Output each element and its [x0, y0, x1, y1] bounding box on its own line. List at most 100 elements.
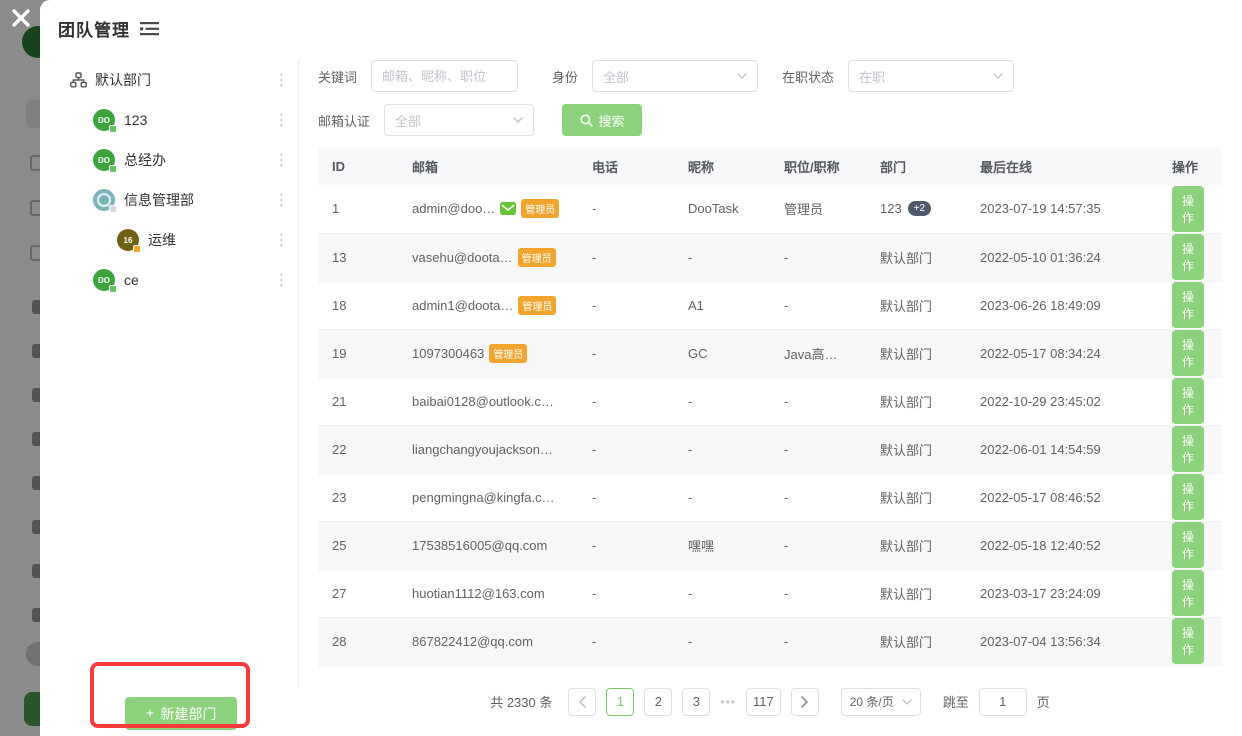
- cell-department: 默认部门: [866, 281, 966, 329]
- table-row: 13vasehu@doota…管理员---默认部门2022-05-10 01:3…: [318, 233, 1222, 281]
- row-action-button[interactable]: 操作: [1172, 282, 1204, 328]
- cell-id: 13: [318, 233, 398, 281]
- email-text: admin@doo…: [412, 201, 495, 216]
- sidebar-item-department[interactable]: 16运维⋮: [64, 220, 290, 260]
- column-header: 部门: [866, 148, 966, 185]
- cell-email: admin1@doota…管理员: [398, 281, 578, 329]
- keyword-input[interactable]: [382, 69, 507, 84]
- kebab-menu-icon[interactable]: ⋮: [274, 113, 288, 128]
- cell-action: 操作: [1158, 617, 1222, 665]
- cell-nickname: -: [674, 233, 770, 281]
- page-button-1[interactable]: 1: [606, 688, 634, 716]
- cell-position: -: [770, 617, 866, 665]
- cell-department: 默认部门: [866, 377, 966, 425]
- cell-phone: -: [578, 521, 674, 569]
- table-header-row: ID邮箱电话昵称职位/职称部门最后在线操作: [318, 148, 1222, 185]
- table-row: 23pengmingna@kingfa.c…---默认部门2022-05-17 …: [318, 473, 1222, 521]
- cell-email: admin@doo… 管理员: [398, 185, 578, 233]
- cell-phone: -: [578, 377, 674, 425]
- cell-last-online: 2023-06-26 18:49:09: [966, 281, 1158, 329]
- status-dot: [109, 125, 117, 133]
- cell-last-online: 2023-07-19 14:57:35: [966, 185, 1158, 233]
- mail-verified-icon: [500, 202, 516, 215]
- department-more-badge[interactable]: +2: [908, 201, 931, 216]
- table-row: 2517538516005@qq.com-嘿嘿-默认部门2022-05-18 1…: [318, 521, 1222, 569]
- row-action-button[interactable]: 操作: [1172, 570, 1204, 616]
- search-button[interactable]: 搜索: [562, 104, 642, 136]
- cell-id: 25: [318, 521, 398, 569]
- row-action-button[interactable]: 操作: [1172, 330, 1204, 376]
- cell-id: 21: [318, 377, 398, 425]
- cell-email: 867822412@qq.com: [398, 617, 578, 665]
- chevron-down-icon: [902, 699, 912, 705]
- kebab-menu-icon[interactable]: ⋮: [274, 273, 288, 288]
- cell-action: 操作: [1158, 569, 1222, 617]
- verify-label: 邮箱认证: [318, 111, 370, 130]
- row-action-button[interactable]: 操作: [1172, 234, 1204, 280]
- row-action-button[interactable]: 操作: [1172, 618, 1204, 664]
- outline-list-icon[interactable]: [140, 21, 159, 36]
- verify-select[interactable]: 全部: [384, 104, 534, 136]
- kebab-menu-icon[interactable]: ⋮: [274, 73, 288, 88]
- sidebar-item-department[interactable]: DOce⋮: [64, 260, 290, 300]
- cell-phone: -: [578, 425, 674, 473]
- row-action-button[interactable]: 操作: [1172, 426, 1204, 472]
- email-text: vasehu@doota…: [412, 250, 513, 265]
- cell-nickname: -: [674, 473, 770, 521]
- row-action-button[interactable]: 操作: [1172, 474, 1204, 520]
- kebab-menu-icon[interactable]: ⋮: [274, 233, 288, 248]
- page-button-2[interactable]: 2: [644, 688, 672, 716]
- status-label: 在职状态: [782, 67, 834, 86]
- org-tree-icon: [70, 72, 87, 88]
- identity-select[interactable]: 全部: [592, 60, 758, 92]
- department-avatar: DO: [93, 269, 115, 291]
- sidebar-item-department[interactable]: DO总经办⋮: [64, 140, 290, 180]
- cell-position: 管理员: [770, 185, 866, 233]
- cell-email: huotian1112@163.com: [398, 569, 578, 617]
- cell-phone: -: [578, 233, 674, 281]
- prev-page-button[interactable]: [568, 688, 596, 716]
- cell-email: 17538516005@qq.com: [398, 521, 578, 569]
- next-page-button[interactable]: [791, 688, 819, 716]
- sidebar-item-root-department[interactable]: 默认部门 ⋮: [64, 60, 290, 100]
- add-department-button[interactable]: + 新建部门: [125, 697, 237, 730]
- table-row: 1admin@doo…管理员-DooTask管理员123+22023-07-19…: [318, 185, 1222, 233]
- row-action-button[interactable]: 操作: [1172, 522, 1204, 568]
- sidebar-item-department[interactable]: DO123⋮: [64, 100, 290, 140]
- pagination-ellipsis: •••: [720, 695, 736, 709]
- per-page-select[interactable]: 20 条/页: [841, 688, 921, 716]
- cell-phone: -: [578, 569, 674, 617]
- page-unit-label: 页: [1037, 692, 1050, 711]
- close-icon[interactable]: [8, 5, 34, 31]
- cell-email: 1097300463管理员: [398, 329, 578, 377]
- filter-row-2: 邮箱认证 全部 搜索: [318, 104, 1222, 136]
- members-table: ID邮箱电话昵称职位/职称部门最后在线操作 1admin@doo…管理员-Doo…: [318, 148, 1222, 666]
- column-header: 职位/职称: [770, 148, 866, 185]
- email-text: baibai0128@outlook.c…: [412, 394, 554, 409]
- jump-page-input[interactable]: [979, 688, 1027, 716]
- team-management-modal: 团队管理: [40, 0, 1242, 736]
- chevron-left-icon: [578, 696, 586, 708]
- page-button-117[interactable]: 117: [746, 688, 781, 716]
- kebab-menu-icon[interactable]: ⋮: [274, 193, 288, 208]
- cell-action: 操作: [1158, 329, 1222, 377]
- sidebar-item-department[interactable]: 信息管理部⋮: [64, 180, 290, 220]
- row-action-button[interactable]: 操作: [1172, 378, 1204, 424]
- cell-id: 27: [318, 569, 398, 617]
- admin-badge: 管理员: [521, 199, 559, 218]
- search-icon: [580, 114, 593, 127]
- sidebar-item-label: 默认部门: [95, 70, 151, 90]
- status-select[interactable]: 在职: [848, 60, 1014, 92]
- cell-action: 操作: [1158, 281, 1222, 329]
- department-avatar: DO: [93, 109, 115, 131]
- kebab-menu-icon[interactable]: ⋮: [274, 153, 288, 168]
- row-action-button[interactable]: 操作: [1172, 186, 1204, 232]
- table-row: 22liangchangyoujackson…---默认部门2022-06-01…: [318, 425, 1222, 473]
- status-select-value: 在职: [859, 67, 885, 86]
- cell-phone: -: [578, 185, 674, 233]
- chevron-down-icon: [993, 73, 1003, 79]
- table-row: 27huotian1112@163.com---默认部门2023-03-17 2…: [318, 569, 1222, 617]
- department-text: 123: [880, 201, 902, 216]
- department-text: 默认部门: [880, 296, 932, 315]
- page-button-3[interactable]: 3: [682, 688, 710, 716]
